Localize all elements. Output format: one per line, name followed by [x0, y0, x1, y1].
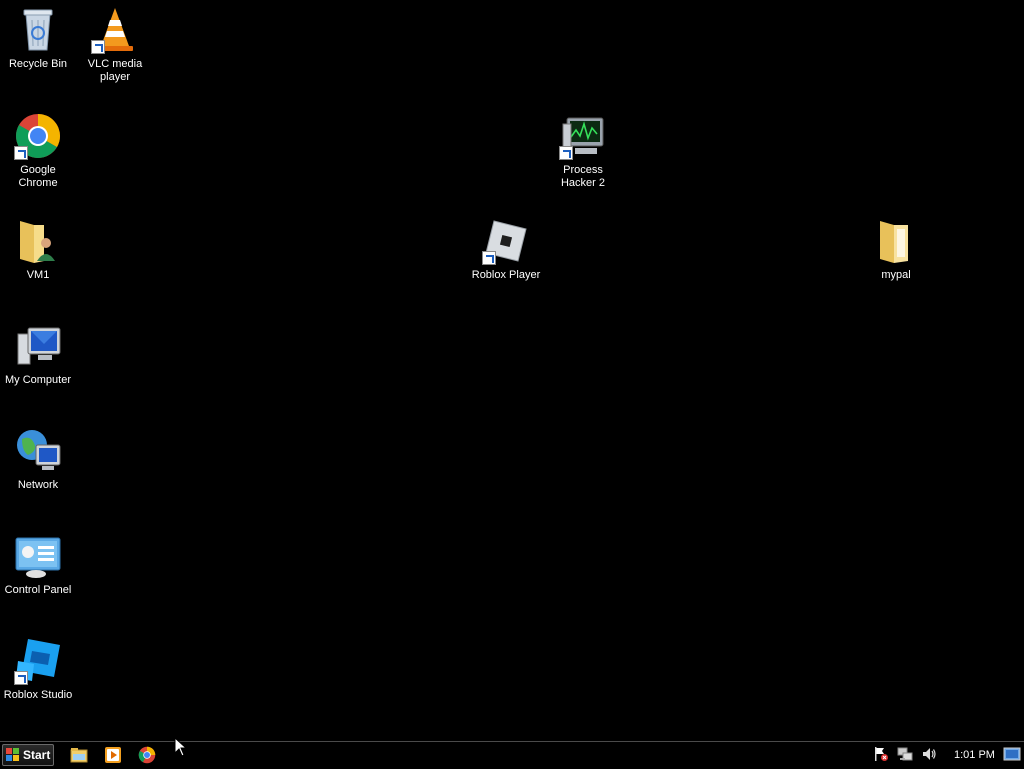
- chrome-icon: [14, 112, 62, 160]
- desktop-icon-control-panel[interactable]: Control Panel: [0, 532, 76, 597]
- folder-icon: [872, 217, 920, 265]
- network-status-icon[interactable]: [897, 746, 913, 762]
- recycle-bin-icon: [14, 6, 62, 54]
- file-explorer-icon[interactable]: [70, 746, 88, 764]
- desktop-icon-my-computer[interactable]: My Computer: [0, 322, 76, 387]
- windows-logo-icon: [6, 748, 20, 762]
- mouse-cursor-icon: [174, 736, 188, 757]
- control-panel-icon: [14, 532, 62, 580]
- media-player-icon[interactable]: [104, 746, 122, 764]
- desktop-icon-recycle-bin[interactable]: Recycle Bin: [0, 6, 76, 71]
- desktop-icon-vlc[interactable]: VLC media player: [77, 6, 153, 84]
- shortcut-arrow-icon: [482, 251, 496, 265]
- desktop-icon-label: Network: [17, 479, 59, 491]
- show-desktop-icon[interactable]: [1003, 746, 1021, 762]
- desktop: Recycle Bin VLC media player Google Chro…: [0, 0, 1024, 741]
- desktop-icon-label: My Computer: [4, 374, 72, 386]
- desktop-icon-network[interactable]: Network: [0, 427, 76, 492]
- network-icon: [14, 427, 62, 475]
- taskbar: Start 1:01 PM: [0, 741, 1024, 768]
- desktop-icon-label: Control Panel: [4, 584, 72, 596]
- chrome-icon[interactable]: [138, 746, 156, 764]
- roblox-studio-icon: [14, 637, 62, 685]
- desktop-icon-label: Google Chrome: [18, 164, 58, 189]
- desktop-icon-label: Roblox Studio: [3, 689, 73, 701]
- process-hacker-icon: [559, 112, 607, 160]
- desktop-icon-label: Recycle Bin: [8, 58, 68, 70]
- desktop-icon-label: Process Hacker 2: [560, 164, 606, 189]
- desktop-icon-label: VLC media player: [87, 58, 143, 83]
- action-center-flag-icon[interactable]: [873, 746, 889, 762]
- desktop-icon-label: mypal: [881, 269, 911, 281]
- user-folder-icon: [14, 217, 62, 265]
- desktop-icon-roblox-studio[interactable]: Roblox Studio: [0, 637, 76, 702]
- desktop-icon-roblox-player[interactable]: Roblox Player: [468, 217, 544, 282]
- desktop-icon-process-hacker[interactable]: Process Hacker 2: [545, 112, 621, 190]
- computer-icon: [14, 322, 62, 370]
- vlc-icon: [91, 6, 139, 54]
- desktop-icon-mypal[interactable]: mypal: [858, 217, 934, 282]
- shortcut-arrow-icon: [14, 146, 28, 160]
- start-button[interactable]: Start: [2, 744, 54, 766]
- start-label: Start: [23, 748, 51, 762]
- desktop-icon-label: Roblox Player: [471, 269, 541, 281]
- desktop-icon-label: VM1: [26, 269, 50, 281]
- shortcut-arrow-icon: [14, 671, 28, 685]
- desktop-icon-vm1[interactable]: VM1: [0, 217, 76, 282]
- desktop-icon-chrome[interactable]: Google Chrome: [0, 112, 76, 190]
- volume-icon[interactable]: [921, 746, 937, 762]
- shortcut-arrow-icon: [559, 146, 573, 160]
- clock[interactable]: 1:01 PM: [954, 749, 995, 761]
- shortcut-arrow-icon: [91, 40, 105, 54]
- roblox-player-icon: [482, 217, 530, 265]
